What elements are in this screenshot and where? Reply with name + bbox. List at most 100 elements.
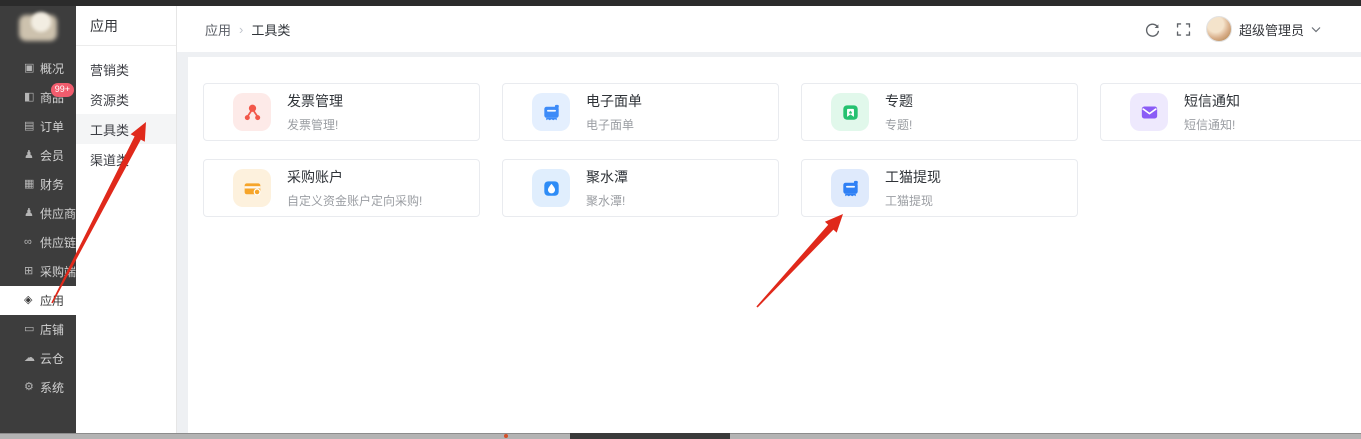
- app-card-text: 工猫提现 工猫提现: [885, 167, 941, 209]
- refresh-icon[interactable]: [1144, 21, 1161, 38]
- app-icon-box: [233, 169, 271, 207]
- sidebar-item-label: 供应链: [40, 234, 76, 251]
- drop-icon: [540, 177, 563, 200]
- breadcrumb-current: 工具类: [251, 20, 290, 39]
- app-icon-box: [1130, 93, 1168, 131]
- fullscreen-icon[interactable]: [1175, 21, 1192, 38]
- app-card-title: 采购账户: [287, 167, 422, 187]
- sidebar-item[interactable]: ◧ 商品 99+: [0, 83, 76, 112]
- goods-icon: ◧: [24, 92, 38, 103]
- app-card-title: 发票管理: [287, 91, 343, 111]
- taskbar-dot: [504, 434, 508, 438]
- sidebar-item[interactable]: ⚙ 系统: [0, 373, 76, 402]
- submenu-item[interactable]: 营销类: [76, 54, 176, 84]
- sidebar-item-label: 系统: [40, 379, 64, 396]
- chevron-down-icon: [1311, 26, 1321, 33]
- submenu-item-label: 资源类: [90, 90, 129, 109]
- app-card-grid: 发票管理 发票管理! 电子面单: [203, 83, 1361, 217]
- procurement-icon: ⊞: [24, 266, 38, 277]
- sidebar-item[interactable]: ▣ 概况: [0, 54, 76, 83]
- app-icon-box: [532, 169, 570, 207]
- submenu-title: 应用: [76, 6, 176, 46]
- sidebar-item[interactable]: ▦ 财务: [0, 170, 76, 199]
- count-badge: 99+: [51, 83, 74, 97]
- app-card-text: 发票管理 发票管理!: [287, 91, 343, 133]
- submenu-item-label: 工具类: [90, 120, 129, 139]
- screenshot-stage: ▣ 概况 ◧ 商品 99+ ▤ 订单: [0, 0, 1361, 439]
- avatar: [1206, 16, 1232, 42]
- app-card[interactable]: 采购账户 自定义资金账户定向采购!: [203, 159, 480, 217]
- shop-icon: ▭: [24, 324, 38, 335]
- app-card-text: 聚水潭 聚水潭!: [586, 167, 628, 209]
- app-card[interactable]: 工猫提现 工猫提现: [801, 159, 1078, 217]
- main-area: 应用 › 工具类 超级管理员: [177, 6, 1361, 433]
- taskbar-segment: [570, 433, 730, 439]
- sidebar-item[interactable]: ◈ 应用: [0, 286, 76, 315]
- app-card[interactable]: 聚水潭 聚水潭!: [502, 159, 779, 217]
- background-window-bottom-edge: [0, 433, 1361, 439]
- sidebar-item-label: 订单: [40, 118, 64, 135]
- cloud-warehouse-icon: ☁: [24, 353, 38, 364]
- app-card-text: 电子面单 电子面单: [586, 91, 642, 133]
- finance-icon: ▦: [24, 179, 38, 190]
- breadcrumb-parent[interactable]: 应用: [205, 20, 231, 39]
- sidebar-item[interactable]: ∞ 供应链: [0, 228, 76, 257]
- submenu-item[interactable]: 资源类: [76, 84, 176, 114]
- primary-sidebar: ▣ 概况 ◧ 商品 99+ ▤ 订单: [0, 6, 76, 433]
- app-card-text: 采购账户 自定义资金账户定向采购!: [287, 167, 422, 209]
- app-card-description: 发票管理!: [287, 116, 343, 133]
- share-icon: [241, 101, 264, 124]
- topic-icon: [839, 101, 862, 124]
- sidebar-item-label: 店铺: [40, 321, 64, 338]
- app-icon-box: [532, 93, 570, 131]
- submenu-item-label: 渠道类: [90, 150, 129, 169]
- receipt-icon: [839, 177, 862, 200]
- sidebar-item-label: 概况: [40, 60, 64, 77]
- app-logo: [0, 6, 76, 50]
- header-actions: 超级管理员: [1144, 16, 1321, 42]
- app-card-title: 专题: [885, 91, 913, 111]
- primary-nav: ▣ 概况 ◧ 商品 99+ ▤ 订单: [0, 54, 76, 402]
- app-card-title: 短信通知: [1184, 91, 1240, 111]
- sidebar-item[interactable]: ♟ 会员: [0, 141, 76, 170]
- app-card-description: 自定义资金账户定向采购!: [287, 192, 422, 209]
- app-card[interactable]: 发票管理 发票管理!: [203, 83, 480, 141]
- supply-chain-icon: ∞: [24, 237, 38, 248]
- submenu-item[interactable]: 渠道类: [76, 144, 176, 174]
- app-icon-box: [831, 169, 869, 207]
- sidebar-item-label: 会员: [40, 147, 64, 164]
- sidebar-item[interactable]: ⊞ 采购端: [0, 257, 76, 286]
- app-card-text: 短信通知 短信通知!: [1184, 91, 1240, 133]
- secondary-sidebar: 应用 营销类 资源类 工具类 渠道类: [76, 6, 177, 433]
- app-card[interactable]: 短信通知 短信通知!: [1100, 83, 1361, 141]
- members-icon: ♟: [24, 150, 38, 161]
- orders-icon: ▤: [24, 121, 38, 132]
- user-menu-trigger[interactable]: 超级管理员: [1206, 16, 1321, 42]
- app-card-description: 聚水潭!: [586, 192, 628, 209]
- app-icon-box: [831, 93, 869, 131]
- user-name: 超级管理员: [1239, 20, 1304, 39]
- apps-icon: ◈: [24, 295, 38, 306]
- app-card-description: 电子面单: [586, 116, 642, 133]
- supplier-icon: ♟: [24, 208, 38, 219]
- app-card-description: 工猫提现: [885, 192, 941, 209]
- main-header: 应用 › 工具类 超级管理员: [177, 6, 1361, 52]
- app-card-title: 电子面单: [586, 91, 642, 111]
- sidebar-item-label: 云仓: [40, 350, 64, 367]
- breadcrumb-separator-icon: ›: [239, 22, 243, 37]
- app-card-title: 工猫提现: [885, 167, 941, 187]
- submenu-item-label: 营销类: [90, 60, 129, 79]
- dashboard-icon: ▣: [24, 63, 38, 74]
- sidebar-item[interactable]: ☁ 云仓: [0, 344, 76, 373]
- app-card[interactable]: 专题 专题!: [801, 83, 1078, 141]
- sidebar-item[interactable]: ♟ 供应商: [0, 199, 76, 228]
- app-card[interactable]: 电子面单 电子面单: [502, 83, 779, 141]
- submenu-item[interactable]: 工具类: [76, 114, 176, 144]
- system-icon: ⚙: [24, 382, 38, 393]
- sidebar-item[interactable]: ▤ 订单: [0, 112, 76, 141]
- sidebar-item[interactable]: ▭ 店铺: [0, 315, 76, 344]
- app-icon-box: [233, 93, 271, 131]
- logo-image-blurred-highlight: [31, 12, 51, 32]
- breadcrumb: 应用 › 工具类: [205, 20, 290, 39]
- sidebar-item-label: 财务: [40, 176, 64, 193]
